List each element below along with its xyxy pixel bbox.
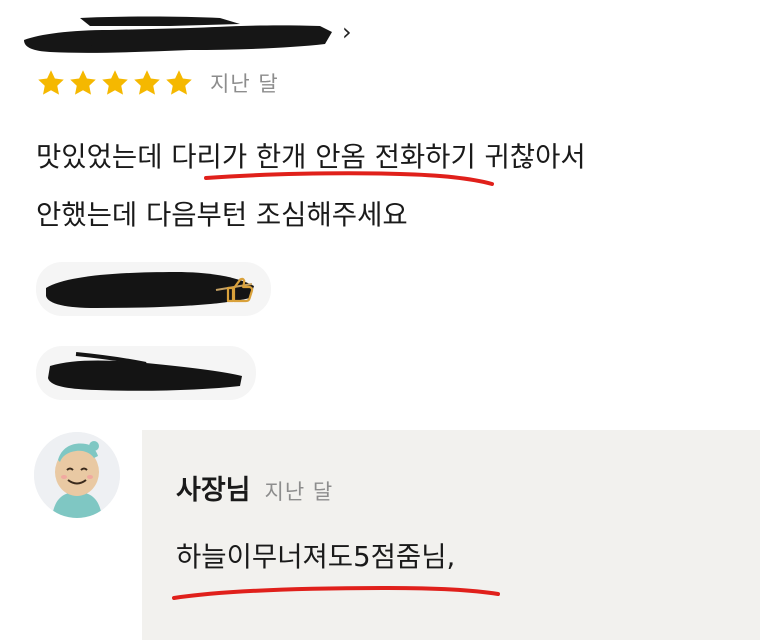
star-icon (38, 70, 64, 95)
red-underline-annotation (204, 171, 494, 186)
star-icon (134, 70, 160, 95)
chevron-right-icon[interactable]: › (342, 20, 352, 44)
rating-row: 지난 달 (36, 66, 279, 100)
review-date: 지난 달 (210, 72, 279, 96)
owner-reply-date: 지난 달 (264, 480, 334, 504)
thumbs-up-icon (226, 277, 254, 303)
redacted-menu-tag-1[interactable] (36, 262, 271, 316)
redacted-menu-tag-2[interactable] (36, 346, 256, 400)
customer-review: › 지난 달 맛있었는데 다리가 한개 안옴 전화하기 귀찮아서 안했는데 다음… (0, 0, 760, 420)
owner-avatar[interactable] (34, 432, 120, 518)
redacted-scribble (48, 352, 242, 391)
star-icon (70, 70, 96, 95)
reviewer-row[interactable]: › (20, 10, 360, 58)
star-icon (166, 70, 192, 95)
chef-character-icon (34, 432, 120, 518)
red-underline-annotation (172, 585, 500, 600)
redacted-reviewer-name (24, 16, 332, 53)
owner-reply-text: 하늘이무너져도5점줌님, (176, 541, 456, 573)
star-icon (102, 70, 128, 95)
owner-name-row: 사장님 지난 달 (176, 468, 333, 507)
review-text-line-2: 안했는데 다음부턴 조심해주세요 (36, 199, 408, 231)
owner-name: 사장님 (176, 475, 251, 506)
